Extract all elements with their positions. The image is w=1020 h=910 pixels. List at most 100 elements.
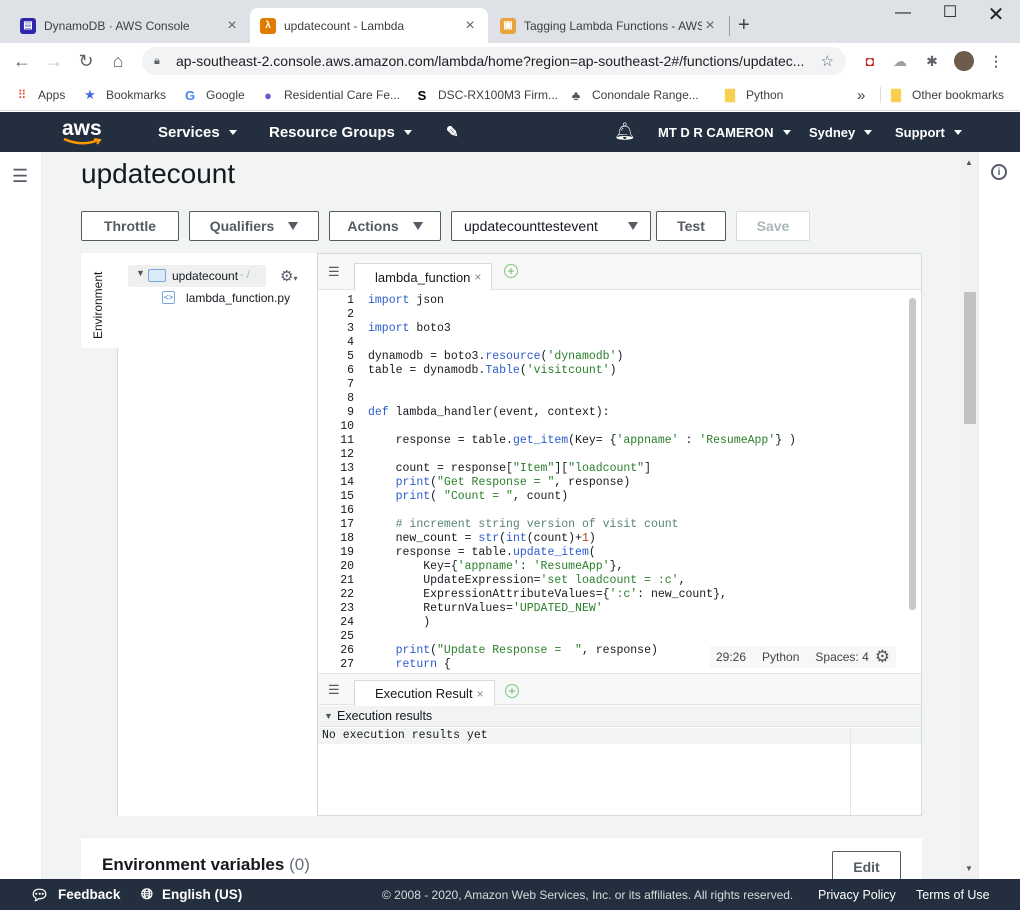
qualifiers-button[interactable]: Qualifiers: [189, 211, 319, 241]
menu-kebab-icon[interactable]: ⋮: [986, 51, 1006, 71]
terms-of-use-link[interactable]: Terms of Use: [916, 879, 990, 910]
browser-tab-tagging[interactable]: ▣ Tagging Lambda Functions - AWS ×: [490, 8, 728, 43]
code-line[interactable]: ): [368, 616, 430, 629]
code-editor[interactable]: 1 2 3 4 5 6 7 8 9 10 11 12 13 14 15 16 17 18 19 20 21 22 23 24 2…: [318, 290, 921, 672]
bookmark-apps[interactable]: ⠿ Apps: [14, 85, 66, 105]
bookmarks-overflow-button[interactable]: »: [857, 85, 865, 105]
aws-logo[interactable]: aws: [62, 112, 102, 152]
code-line[interactable]: UpdateExpression='set loadcount = :c',: [368, 574, 685, 587]
profile-avatar[interactable]: [954, 51, 974, 71]
maximize-icon[interactable]: ☐: [927, 2, 973, 22]
minimize-icon[interactable]: —: [880, 4, 926, 22]
code-line[interactable]: response = table.update_item(: [368, 546, 596, 559]
home-icon[interactable]: ⌂: [106, 49, 130, 73]
bookmark-conondale[interactable]: ♣ Conondale Range...: [568, 85, 699, 105]
code-line[interactable]: # increment string version of visit coun…: [368, 518, 679, 531]
line-number: 15: [340, 490, 354, 503]
language-label: English (US): [162, 887, 243, 902]
editor-tab-bar: ☰ lambda_function × +: [318, 254, 921, 290]
bookmark-other[interactable]: ▇ Other bookmarks: [888, 85, 1004, 105]
privacy-policy-link[interactable]: Privacy Policy: [818, 879, 896, 910]
bookmark-google[interactable]: G Google: [182, 85, 245, 105]
code-line[interactable]: new_count = str(int(count)+1): [368, 532, 596, 545]
scrollbar-thumb[interactable]: [964, 292, 976, 424]
environment-side-tab[interactable]: Environment: [81, 253, 118, 816]
close-tab-icon[interactable]: ×: [474, 270, 481, 284]
aws-docs-icon: ▣: [500, 17, 516, 34]
settings-gear-icon[interactable]: ⚙▾: [280, 267, 297, 285]
region-menu[interactable]: Sydney: [809, 112, 873, 152]
code-line[interactable]: def lambda_handler(event, context):: [368, 406, 610, 419]
add-tab-icon[interactable]: +: [505, 684, 519, 698]
caret-down-icon: [288, 222, 299, 230]
results-output[interactable]: No execution results yet: [322, 729, 488, 742]
code-line[interactable]: Key={'appname': 'ResumeApp'},: [368, 560, 623, 573]
services-menu[interactable]: Services: [158, 112, 237, 152]
browser-tab-lambda[interactable]: λ updatecount - Lambda ×: [250, 8, 488, 43]
extension-pocket-icon[interactable]: ◘: [860, 51, 880, 71]
code-line[interactable]: dynamodb = boto3.resource('dynamodb'): [368, 350, 623, 363]
tab-menu-icon[interactable]: ☰: [328, 264, 340, 280]
expand-triangle-icon[interactable]: ▼: [136, 268, 145, 278]
code-line[interactable]: import json: [368, 294, 444, 307]
reload-icon[interactable]: ↻: [74, 49, 98, 73]
throttle-button[interactable]: Throttle: [81, 211, 179, 241]
code-line[interactable]: print("Update Response = ", response): [368, 644, 658, 657]
add-tab-icon[interactable]: +: [504, 264, 518, 278]
resource-groups-menu[interactable]: Resource Groups: [269, 112, 412, 152]
editor-scrollbar-thumb[interactable]: [909, 298, 916, 610]
pin-icon[interactable]: ✎: [446, 112, 459, 152]
hamburger-menu-icon[interactable]: ☰: [12, 166, 28, 187]
bell-icon[interactable]: 🔔︎: [614, 112, 636, 152]
language-mode[interactable]: Python: [762, 650, 799, 664]
tab-menu-icon[interactable]: ☰: [328, 682, 340, 698]
actions-button[interactable]: Actions: [329, 211, 441, 241]
tree-folder-suffix: - /: [240, 269, 250, 281]
code-line[interactable]: ExpressionAttributeValues={':c': new_cou…: [368, 588, 727, 601]
new-tab-button[interactable]: +: [738, 14, 750, 37]
language-selector[interactable]: 🌐︎ English (US): [141, 879, 242, 910]
execution-result-tab[interactable]: Execution Result ×: [354, 680, 495, 706]
address-bar[interactable]: 🔒︎ ap-southeast-2.console.aws.amazon.com…: [142, 47, 846, 75]
close-tab-icon[interactable]: ×: [477, 687, 484, 701]
support-menu[interactable]: Support: [895, 112, 962, 152]
code-line[interactable]: print("Get Response = ", response): [368, 476, 631, 489]
code-line[interactable]: import boto3: [368, 322, 451, 335]
code-line[interactable]: response = table.get_item(Key= {'appname…: [368, 434, 796, 447]
test-button[interactable]: Test: [656, 211, 726, 241]
back-arrow-icon[interactable]: ←: [10, 49, 34, 73]
feedback-link[interactable]: 💬︎ Feedback: [30, 879, 120, 910]
editor-settings-gear-icon[interactable]: ⚙: [875, 647, 890, 667]
code-line[interactable]: ReturnValues='UPDATED_NEW': [368, 602, 602, 615]
collapse-triangle-icon[interactable]: ▼: [324, 711, 333, 721]
bookmark-star-icon[interactable]: ☆: [821, 52, 834, 70]
extensions-puzzle-icon[interactable]: ✱: [922, 51, 942, 71]
line-number: 13: [340, 462, 354, 475]
indent-setting[interactable]: Spaces: 4: [815, 650, 868, 664]
code-line[interactable]: table = dynamodb.Table('visitcount'): [368, 364, 616, 377]
code-line[interactable]: print( "Count = ", count): [368, 490, 569, 503]
account-menu[interactable]: MT D R CAMERON: [658, 112, 791, 152]
extension-cloud-icon[interactable]: ☁: [890, 51, 910, 71]
code-line[interactable]: return {: [368, 658, 451, 671]
close-window-icon[interactable]: ✕: [973, 2, 1019, 27]
bookmark-bookmarks[interactable]: ★ Bookmarks: [82, 85, 166, 105]
close-tab-icon[interactable]: ×: [462, 17, 478, 35]
code-line[interactable]: count = response["Item"]["loadcount"]: [368, 462, 651, 475]
save-button[interactable]: Save: [736, 211, 810, 241]
bookmark-dsc[interactable]: S DSC-RX100M3 Firm...: [414, 85, 558, 105]
browser-tab-dynamodb[interactable]: ▤ DynamoDB · AWS Console ×: [10, 8, 250, 43]
close-tab-icon[interactable]: ×: [224, 17, 240, 35]
bookmark-residential[interactable]: ● Residential Care Fe...: [260, 85, 400, 105]
line-number: 6: [347, 364, 354, 377]
line-number: 26: [340, 644, 354, 657]
close-tab-icon[interactable]: ×: [702, 17, 718, 35]
info-icon[interactable]: i: [991, 164, 1007, 180]
test-event-select[interactable]: updatecounttestevent: [451, 211, 651, 241]
bookmark-python[interactable]: ▇ Python: [722, 85, 783, 105]
page-scrollbar[interactable]: ▲ ▼: [962, 152, 978, 879]
forward-arrow-icon[interactable]: →: [42, 49, 66, 73]
tree-file-name[interactable]: lambda_function.py: [186, 291, 290, 305]
line-number: 23: [340, 602, 354, 615]
editor-tab-lambda-function[interactable]: lambda_function ×: [354, 263, 493, 290]
